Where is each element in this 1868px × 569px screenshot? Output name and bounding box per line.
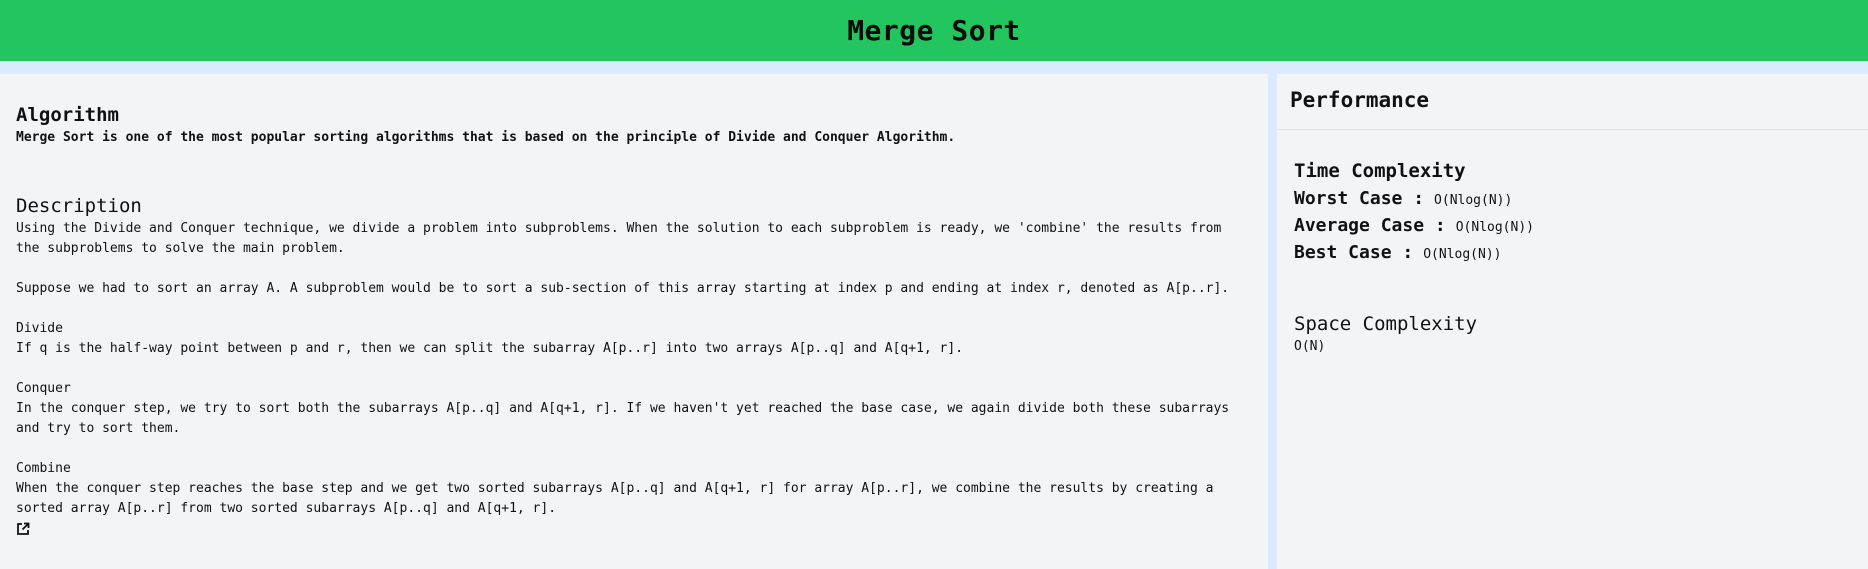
best-case-value: O(Nlog(N)) [1423,247,1502,262]
page-header: Merge Sort [0,0,1868,61]
description-heading: Description [16,195,142,217]
performance-header: Performance [1277,74,1868,130]
performance-panel: Performance Time Complexity Worst Case :… [1277,74,1868,569]
average-case-label: Average Case : [1294,215,1446,236]
worst-case-label: Worst Case : [1294,188,1425,209]
conquer-label: Conquer [16,381,71,396]
average-case-row: Average Case : O(Nlog(N)) [1294,215,1851,236]
algorithm-heading: Algorithm [16,104,119,126]
external-link-icon[interactable] [16,521,30,535]
page-title: Merge Sort [847,14,1021,47]
combine-label: Combine [16,461,71,476]
divide-label: Divide [16,321,63,336]
conquer-text: In the conquer step, we try to sort both… [16,401,1230,436]
description-paragraph-1: Using the Divide and Conquer technique, … [16,221,1222,256]
worst-case-row: Worst Case : O(Nlog(N)) [1294,188,1851,209]
algorithm-panel: Algorithm Merge Sort is one of the most … [0,74,1268,569]
best-case-label: Best Case : [1294,242,1414,263]
best-case-row: Best Case : O(Nlog(N)) [1294,242,1851,263]
performance-heading: Performance [1290,88,1430,112]
divide-text: If q is the half-way point between p and… [16,341,964,356]
average-case-value: O(Nlog(N)) [1455,220,1534,235]
worst-case-value: O(Nlog(N)) [1434,193,1513,208]
space-complexity-heading: Space Complexity [1294,313,1478,335]
combine-text: When the conquer step reaches the base s… [16,481,1214,516]
performance-body: Time Complexity Worst Case : O(Nlog(N)) … [1277,130,1868,384]
algorithm-summary: Merge Sort is one of the most popular so… [16,130,956,145]
time-complexity-heading: Time Complexity [1294,160,1466,182]
space-complexity-value: O(N) [1294,339,1326,354]
description-paragraph-2: Suppose we had to sort an array A. A sub… [16,281,1230,296]
